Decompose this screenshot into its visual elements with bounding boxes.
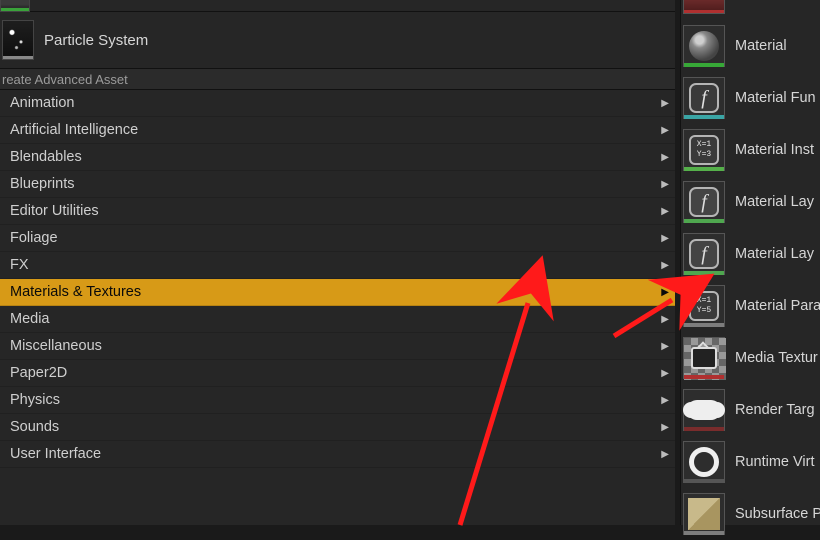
basic-asset-particle-system[interactable]: Particle System [0, 12, 675, 68]
fn-icon: f [683, 77, 725, 119]
category-label: User Interface [10, 446, 101, 462]
chevron-right-icon: ▶ [661, 179, 669, 190]
fnvar-icon: f [683, 181, 725, 223]
chevron-right-icon: ▶ [661, 449, 669, 460]
chevron-right-icon: ▶ [661, 422, 669, 433]
chevron-right-icon: ▶ [661, 368, 669, 379]
submenu-label: Material Para [735, 298, 820, 314]
category-media[interactable]: Media ▶ [0, 306, 675, 333]
category-foliage[interactable]: Foliage ▶ [0, 225, 675, 252]
chevron-right-icon: ▶ [661, 341, 669, 352]
advanced-category-list: Animation▶Artificial Intelligence▶Blenda… [0, 90, 675, 468]
category-label: Paper2D [10, 365, 67, 381]
category-editor-utilities[interactable]: Editor Utilities ▶ [0, 198, 675, 225]
category-label: Foliage [10, 230, 58, 246]
tv-icon [683, 337, 725, 379]
category-label: Sounds [10, 419, 59, 435]
submenu-item-media-textur-6[interactable]: Media Textur [681, 332, 820, 384]
chevron-right-icon: ▶ [661, 152, 669, 163]
chevron-right-icon: ▶ [661, 395, 669, 406]
sphere-icon [683, 25, 725, 67]
chevron-right-icon: ▶ [661, 206, 669, 217]
ring-icon [683, 441, 725, 483]
chevron-right-icon: ▶ [661, 287, 669, 298]
submenu-label: Subsurface P [735, 506, 820, 522]
category-label: Miscellaneous [10, 338, 102, 354]
submenu-item-subsurface-p-9[interactable]: Subsurface P [681, 488, 820, 540]
category-label: Blueprints [10, 176, 74, 192]
submenu-item-render-targ-7[interactable]: Render Targ [681, 384, 820, 436]
chevron-right-icon: ▶ [661, 314, 669, 325]
submenu-item-material-para-5[interactable]: X=1Y=5 Material Para [681, 280, 820, 332]
submenu-item-material-fun-1[interactable]: f Material Fun [681, 72, 820, 124]
submenu-item-material-lay-3[interactable]: f Material Lay [681, 176, 820, 228]
submenu-item-material-lay-4[interactable]: f Material Lay [681, 228, 820, 280]
section-header-advanced: reate Advanced Asset [0, 68, 675, 90]
fnvar-icon: f [683, 233, 725, 275]
category-animation[interactable]: Animation ▶ [0, 90, 675, 117]
submenu-label: Material Inst [735, 142, 814, 158]
submenu-item-runtime-virt-8[interactable]: Runtime Virt [681, 436, 820, 488]
category-miscellaneous[interactable]: Miscellaneous ▶ [0, 333, 675, 360]
category-materials-textures[interactable]: Materials & Textures ▶ [0, 279, 675, 306]
category-physics[interactable]: Physics ▶ [0, 387, 675, 414]
category-fx[interactable]: FX ▶ [0, 252, 675, 279]
category-paper2d[interactable]: Paper2D ▶ [0, 360, 675, 387]
create-asset-menu: Particle System reate Advanced Asset Ani… [0, 0, 675, 525]
chevron-right-icon: ▶ [661, 233, 669, 244]
submenu-label: Render Targ [735, 402, 815, 418]
category-blueprints[interactable]: Blueprints ▶ [0, 171, 675, 198]
submenu-label: Media Textur [735, 350, 818, 366]
category-artificial-intelligence[interactable]: Artificial Intelligence ▶ [0, 117, 675, 144]
xy13-icon: X=1Y=3 [683, 129, 725, 171]
submenu-item-material-0[interactable]: Material [681, 20, 820, 72]
chevron-right-icon: ▶ [661, 125, 669, 136]
basic-asset-label: Particle System [44, 32, 148, 49]
prev-subitem-stub [681, 0, 820, 14]
category-label: Artificial Intelligence [10, 122, 138, 138]
chevron-right-icon: ▶ [661, 260, 669, 271]
submenu-label: Material Fun [735, 90, 816, 106]
prev-item-stub [0, 0, 675, 12]
submenu-label: Material [735, 38, 787, 54]
xy15-icon: X=1Y=5 [683, 285, 725, 327]
category-user-interface[interactable]: User Interface ▶ [0, 441, 675, 468]
category-label: Animation [10, 95, 74, 111]
cloud-icon [683, 389, 725, 431]
particles-icon [2, 20, 34, 60]
category-label: Media [10, 311, 50, 327]
submenu-item-material-inst-2[interactable]: X=1Y=3 Material Inst [681, 124, 820, 176]
materials-submenu: Material f Material Fun X=1Y=3 Material Inst… [680, 0, 820, 525]
submenu-label: Material Lay [735, 246, 814, 262]
category-label: Editor Utilities [10, 203, 99, 219]
chevron-right-icon: ▶ [661, 98, 669, 109]
category-label: Materials & Textures [10, 284, 141, 300]
submenu-label: Material Lay [735, 194, 814, 210]
category-label: Blendables [10, 149, 82, 165]
submenu-label: Runtime Virt [735, 454, 815, 470]
category-label: FX [10, 257, 29, 273]
category-label: Physics [10, 392, 60, 408]
category-blendables[interactable]: Blendables ▶ [0, 144, 675, 171]
fold-icon [683, 493, 725, 535]
category-sounds[interactable]: Sounds ▶ [0, 414, 675, 441]
